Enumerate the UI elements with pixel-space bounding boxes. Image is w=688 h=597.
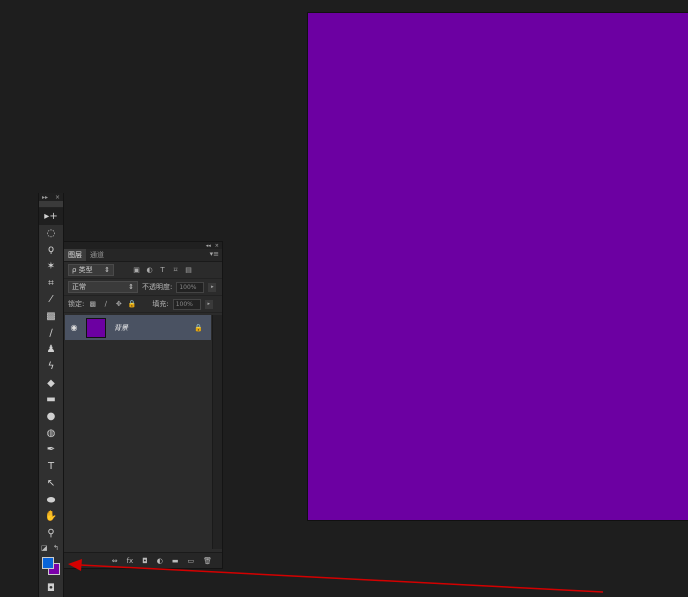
annotation-arrow [68, 559, 604, 593]
